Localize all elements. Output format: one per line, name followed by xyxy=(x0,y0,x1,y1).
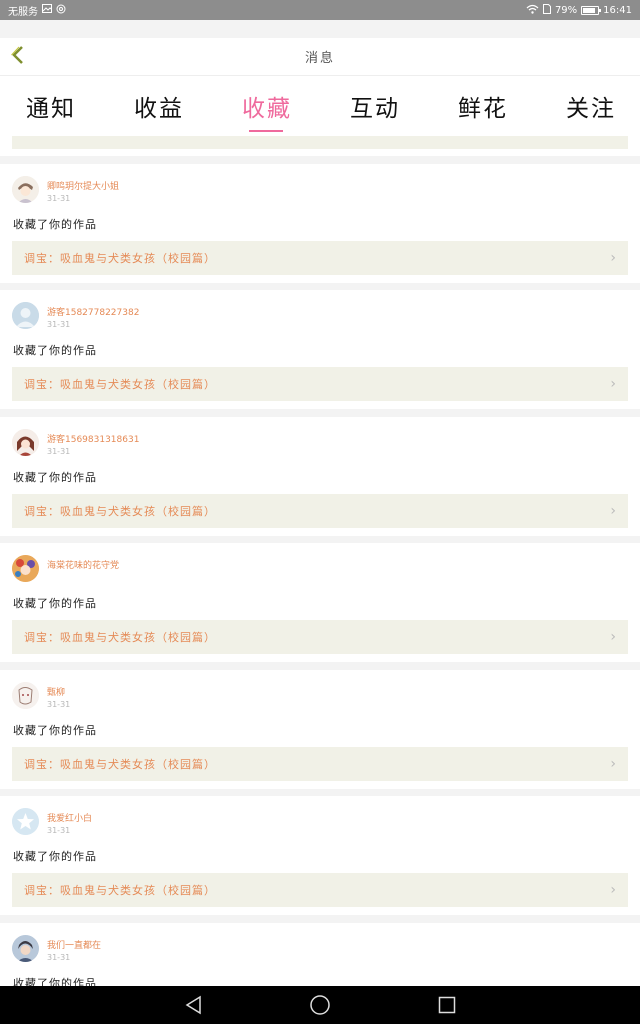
nav-recents-button[interactable] xyxy=(427,990,467,1020)
work-title: 调宝：吸血鬼与犬类女孩（校园篇） xyxy=(24,252,216,265)
work-title: 调宝：吸血鬼与犬类女孩（校园篇） xyxy=(24,378,216,391)
tab-earnings[interactable]: 收益 xyxy=(134,76,184,136)
user-name[interactable]: 甄柳 xyxy=(47,685,65,698)
status-right: 79% 16:41 xyxy=(526,3,632,17)
user-name[interactable]: 海棠花味的花守党 xyxy=(47,558,119,571)
header-bar: 消息 xyxy=(0,38,640,76)
page-title: 消息 xyxy=(304,51,335,66)
chevron-left-icon xyxy=(11,45,25,69)
image-icon xyxy=(42,4,52,16)
battery-icon xyxy=(581,5,602,15)
user-name[interactable]: 我们一直都在 xyxy=(47,938,101,951)
user-name[interactable]: 游客15698313​18631 xyxy=(47,432,139,445)
action-text: 收藏了你的作品 xyxy=(13,218,97,231)
message-date: 31-31 xyxy=(47,700,71,709)
action-text: 收藏了你的作品 xyxy=(13,471,97,484)
user-name[interactable]: 我爱红小白 xyxy=(47,811,92,824)
action-text: 收藏了你的作品 xyxy=(13,850,97,863)
user-name[interactable]: 游客15827782273​82 xyxy=(47,305,139,318)
wifi-icon xyxy=(526,4,539,17)
message-date: 31-31 xyxy=(47,447,71,456)
work-title: 调宝：吸血鬼与犬类女孩（校园篇） xyxy=(24,758,216,771)
tab-following[interactable]: 关注 xyxy=(566,76,616,136)
message-date: 31-31 xyxy=(47,826,71,835)
avatar[interactable] xyxy=(12,429,39,456)
user-name[interactable]: 卿鸣玥尔提大小姐 xyxy=(47,179,119,192)
work-link[interactable]: 调宝：吸血鬼与犬类女孩（校园篇） › xyxy=(12,241,628,275)
sim-icon xyxy=(542,3,551,17)
photo-avatar-icon xyxy=(12,935,39,962)
avatar[interactable] xyxy=(12,682,39,709)
at-icon xyxy=(56,4,66,17)
chevron-right-icon: › xyxy=(610,376,616,392)
default-user-avatar-icon xyxy=(12,302,39,329)
action-text: 收藏了你的作品 xyxy=(13,724,97,737)
work-title: 调宝：吸血鬼与犬类女孩（校园篇） xyxy=(24,884,216,897)
nav-home-button[interactable] xyxy=(300,990,340,1020)
tab-notifications[interactable]: 通知 xyxy=(26,76,76,136)
chevron-right-icon: › xyxy=(610,250,616,266)
tab-interactions[interactable]: 互动 xyxy=(350,76,400,136)
avatar[interactable] xyxy=(12,935,39,962)
status-bar: 无服务 79% 16:41 xyxy=(0,0,640,20)
list-item: 游客15827782273​82 31-31 收藏了你的作品 调宝：吸血鬼与犬类… xyxy=(0,290,640,409)
previous-card-stub xyxy=(0,136,640,156)
avatar[interactable] xyxy=(12,176,39,203)
work-link[interactable]: 调宝：吸血鬼与犬类女孩（校园篇） › xyxy=(12,494,628,528)
carrier-text: 无服务 xyxy=(8,6,38,18)
tab-favorites[interactable]: 收藏 xyxy=(242,76,292,136)
list-item: 卿鸣玥尔提大小姐 31-31 收藏了你的作品 调宝：吸血鬼与犬类女孩（校园篇） … xyxy=(0,164,640,283)
status-left: 无服务 xyxy=(8,3,66,18)
action-text: 收藏了你的作品 xyxy=(13,977,97,986)
chevron-right-icon: › xyxy=(610,756,616,772)
message-date: 31-31 xyxy=(47,953,71,962)
list-item: 甄柳 31-31 收藏了你的作品 调宝：吸血鬼与犬类女孩（校园篇） › xyxy=(0,670,640,789)
message-date: 31-31 xyxy=(47,320,71,329)
list-item: 我爱红小白 31-31 收藏了你的作品 调宝：吸血鬼与犬类女孩（校园篇） › xyxy=(0,796,640,915)
chevron-right-icon: › xyxy=(610,503,616,519)
back-button[interactable] xyxy=(6,44,30,70)
work-link[interactable]: 调宝：吸血鬼与犬类女孩（校园篇） › xyxy=(12,620,628,654)
sketch-avatar-icon xyxy=(12,682,39,709)
work-title: 调宝：吸血鬼与犬类女孩（校园篇） xyxy=(24,631,216,644)
list-item: 海棠花味的花守党 收藏了你的作品 调宝：吸血鬼与犬类女孩（校园篇） › xyxy=(0,543,640,662)
battery-percent: 79% xyxy=(554,4,578,16)
work-title: 调宝：吸血鬼与犬类女孩（校园篇） xyxy=(24,505,216,518)
work-link[interactable]: 调宝：吸血鬼与犬类女孩（校园篇） › xyxy=(12,367,628,401)
list-item: 我们一直都在 31-31 收藏了你的作品 xyxy=(0,923,640,986)
circle-home-icon xyxy=(310,995,330,1015)
square-recents-icon xyxy=(438,996,455,1014)
triangle-back-icon xyxy=(185,995,202,1015)
tab-flowers[interactable]: 鲜花 xyxy=(458,76,508,136)
chevron-right-icon: › xyxy=(610,629,616,645)
action-text: 收藏了你的作品 xyxy=(13,597,97,610)
avatar[interactable] xyxy=(12,808,39,835)
list-item: 游客15698313​18631 31-31 收藏了你的作品 调宝：吸血鬼与犬类… xyxy=(0,417,640,536)
colorful-avatar-icon xyxy=(12,555,39,582)
message-date: 31-31 xyxy=(47,194,71,203)
work-link[interactable]: 调宝：吸血鬼与犬类女孩（校园篇） › xyxy=(12,873,628,907)
anime-boy-avatar-icon xyxy=(12,176,39,203)
chevron-right-icon: › xyxy=(610,882,616,898)
nav-back-button[interactable] xyxy=(173,990,213,1020)
avatar[interactable] xyxy=(12,302,39,329)
star-avatar-icon xyxy=(12,808,39,835)
system-nav-bar xyxy=(0,986,640,1024)
work-link[interactable]: 调宝：吸血鬼与犬类女孩（校园篇） › xyxy=(12,747,628,781)
message-list[interactable]: 卿鸣玥尔提大小姐 31-31 收藏了你的作品 调宝：吸血鬼与犬类女孩（校园篇） … xyxy=(0,136,640,986)
clock-time: 16:41 xyxy=(603,4,632,16)
action-text: 收藏了你的作品 xyxy=(13,344,97,357)
anime-girl-avatar-icon xyxy=(12,429,39,456)
tab-bar: 通知 收益 收藏 互动 鲜花 关注 xyxy=(0,76,640,136)
avatar[interactable] xyxy=(12,555,39,582)
